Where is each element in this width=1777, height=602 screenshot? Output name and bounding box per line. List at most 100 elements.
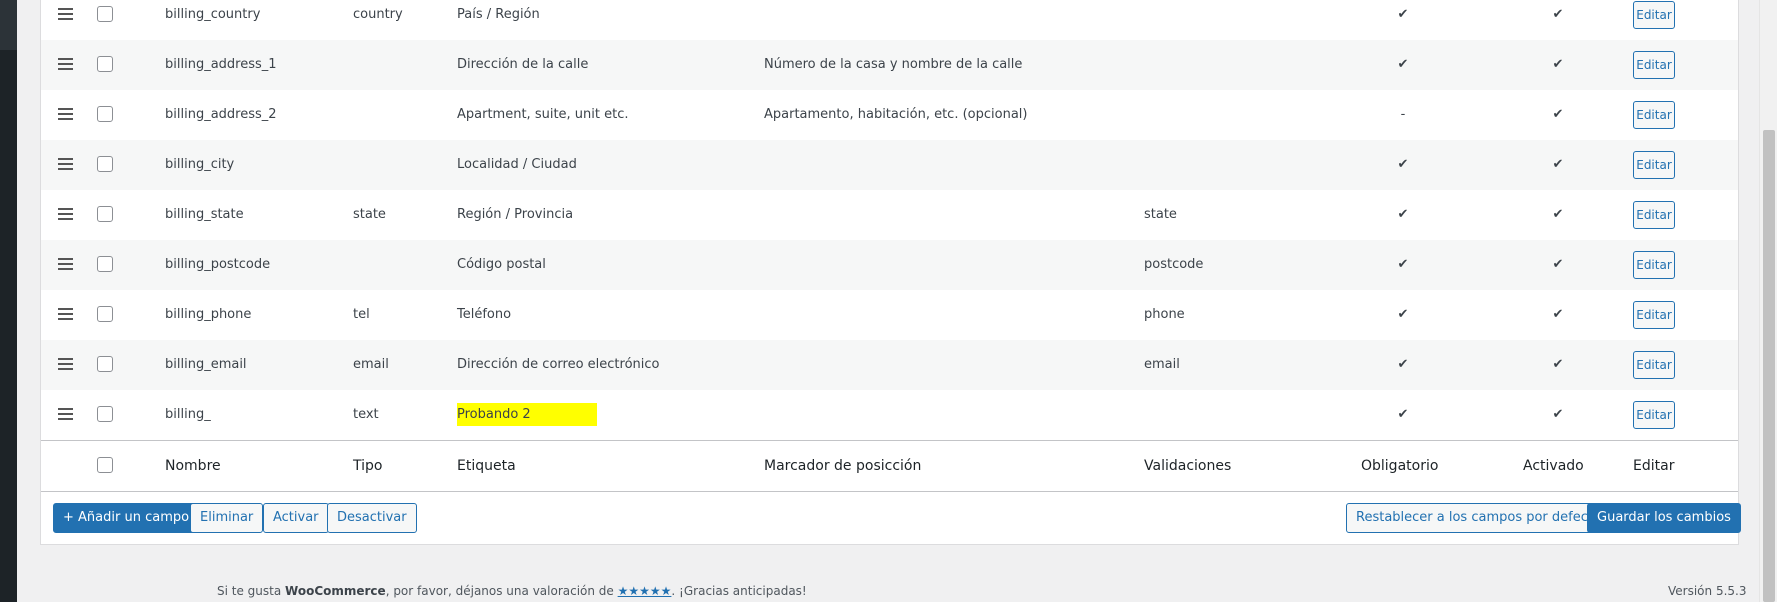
field-required-check-icon: ✔: [1397, 57, 1409, 72]
table-row: billing_address_1 Dirección de la calle Nú…: [41, 40, 1738, 90]
field-label: Localidad / Ciudad: [457, 140, 577, 190]
field-label: Probando 2: [457, 390, 597, 440]
edit-field-button[interactable]: Editar: [1633, 401, 1675, 429]
field-type: email: [353, 357, 389, 372]
edit-field-button[interactable]: Editar: [1633, 151, 1675, 179]
footer-text-mid: , por favor, déjanos una valoración de: [385, 584, 618, 598]
fields-table-footer-header: Nombre Tipo Etiqueta Marcador de posicci…: [41, 440, 1738, 492]
field-placeholder: Apartamento, habitación, etc. (opcional): [764, 107, 1028, 122]
drag-handle-icon[interactable]: [58, 158, 73, 170]
field-validations: phone: [1144, 307, 1185, 322]
row-checkbox[interactable]: [97, 406, 113, 422]
edit-field-button[interactable]: Editar: [1633, 301, 1675, 329]
field-label-text: Localidad / Ciudad: [457, 157, 577, 172]
table-row: billing_postcode Código postal postcode ✔ ✔ E…: [41, 240, 1738, 290]
field-label-text: Dirección de correo electrónico: [457, 357, 660, 372]
edit-field-button[interactable]: Editar: [1633, 1, 1675, 29]
field-label: Código postal: [457, 240, 546, 290]
column-edit: Editar: [1633, 458, 1675, 474]
field-name: billing_state: [165, 207, 244, 222]
edit-field-button[interactable]: Editar: [1633, 251, 1675, 279]
footer-rating-text: Si te gusta WooCommerce, por favor, déja…: [217, 584, 807, 598]
field-required-check-icon: -: [1400, 107, 1406, 122]
row-checkbox[interactable]: [97, 256, 113, 272]
drag-handle-icon[interactable]: [58, 58, 73, 70]
rating-stars-link[interactable]: ★★★★★: [618, 584, 672, 598]
edit-field-button[interactable]: Editar: [1633, 351, 1675, 379]
field-label-text: Dirección de la calle: [457, 57, 589, 72]
add-field-button[interactable]: + Añadir un campo: [53, 503, 200, 533]
drag-handle-icon[interactable]: [58, 8, 73, 20]
column-name: Nombre: [165, 458, 221, 474]
row-checkbox[interactable]: [97, 206, 113, 222]
row-checkbox[interactable]: [97, 106, 113, 122]
field-name: billing_postcode: [165, 257, 271, 272]
admin-sidebar-edge: [0, 0, 17, 602]
field-enabled-check-icon: ✔: [1552, 57, 1564, 72]
edit-field-button[interactable]: Editar: [1633, 101, 1675, 129]
field-label: Dirección de correo electrónico: [457, 340, 659, 390]
table-row: billing_ text Probando 2 ✔ ✔ Editar: [41, 390, 1738, 440]
row-checkbox[interactable]: [97, 356, 113, 372]
field-required-check-icon: ✔: [1397, 257, 1409, 272]
footer-brand: WooCommerce: [285, 584, 386, 598]
field-required-check-icon: ✔: [1397, 7, 1409, 22]
field-type: country: [353, 7, 403, 22]
column-validations: Validaciones: [1144, 458, 1232, 474]
activate-button[interactable]: Activar: [263, 503, 329, 533]
column-type: Tipo: [353, 458, 383, 474]
field-validations: email: [1144, 357, 1180, 372]
admin-menu-active-edge: [0, 0, 17, 50]
field-validations: postcode: [1144, 257, 1204, 272]
field-label: Teléfono: [457, 290, 511, 340]
field-label: Dirección de la calle: [457, 40, 588, 90]
drag-handle-icon[interactable]: [58, 408, 73, 420]
reset-defaults-button[interactable]: Restablecer a los campos por defecto: [1346, 503, 1611, 533]
table-row: billing_address_2 Apartment, suite, unit …: [41, 90, 1738, 140]
field-label-text: Probando 2: [457, 403, 597, 426]
field-label-text: País / Región: [457, 7, 540, 22]
drag-handle-icon[interactable]: [58, 308, 73, 320]
field-name: billing_phone: [165, 307, 252, 322]
field-enabled-check-icon: ✔: [1552, 307, 1564, 322]
select-all-checkbox[interactable]: [97, 457, 113, 473]
drag-handle-icon[interactable]: [58, 258, 73, 270]
scrollbar-thumb[interactable]: [1763, 130, 1775, 602]
fields-table: billing_country country País / Región ✔ ✔ Edi…: [40, 0, 1741, 545]
drag-handle-icon[interactable]: [58, 358, 73, 370]
table-row: billing_country country País / Región ✔ ✔ Edi…: [41, 0, 1738, 40]
deactivate-button[interactable]: Desactivar: [327, 503, 417, 533]
footer-text-after: . ¡Gracias anticipadas!: [671, 584, 807, 598]
save-changes-button[interactable]: Guardar los cambios: [1587, 503, 1741, 533]
field-validations: state: [1144, 207, 1177, 222]
row-checkbox[interactable]: [97, 56, 113, 72]
field-label-text: Teléfono: [457, 307, 512, 322]
drag-handle-icon[interactable]: [58, 108, 73, 120]
row-checkbox[interactable]: [97, 306, 113, 322]
field-enabled-check-icon: ✔: [1552, 357, 1564, 372]
column-placeholder: Marcador de posicción: [764, 458, 922, 474]
field-enabled-check-icon: ✔: [1552, 7, 1564, 22]
field-label: Apartment, suite, unit etc.: [457, 90, 629, 140]
column-label: Etiqueta: [457, 458, 516, 474]
field-label: Región / Provincia: [457, 190, 573, 240]
table-row: billing_phone tel Teléfono phone ✔ ✔ Editar: [41, 290, 1738, 340]
field-name: billing_city: [165, 157, 235, 172]
field-name: billing_address_2: [165, 107, 277, 122]
drag-handle-icon[interactable]: [58, 208, 73, 220]
field-label-text: Apartment, suite, unit etc.: [457, 107, 629, 122]
row-checkbox[interactable]: [97, 6, 113, 22]
field-enabled-check-icon: ✔: [1552, 157, 1564, 172]
table-row: billing_city Localidad / Ciudad ✔ ✔ Editar: [41, 140, 1738, 190]
edit-field-button[interactable]: Editar: [1633, 201, 1675, 229]
field-enabled-check-icon: ✔: [1552, 407, 1564, 422]
delete-button[interactable]: Eliminar: [190, 503, 264, 533]
field-required-check-icon: ✔: [1397, 407, 1409, 422]
row-checkbox[interactable]: [97, 156, 113, 172]
scrollbar[interactable]: [1759, 0, 1777, 602]
table-row: billing_state state Región / Provincia stat…: [41, 190, 1738, 240]
field-placeholder: Número de la casa y nombre de la calle: [764, 57, 1023, 72]
edit-field-button[interactable]: Editar: [1633, 51, 1675, 79]
footer-text-before: Si te gusta: [217, 584, 286, 598]
column-enabled: Activado: [1523, 458, 1584, 474]
